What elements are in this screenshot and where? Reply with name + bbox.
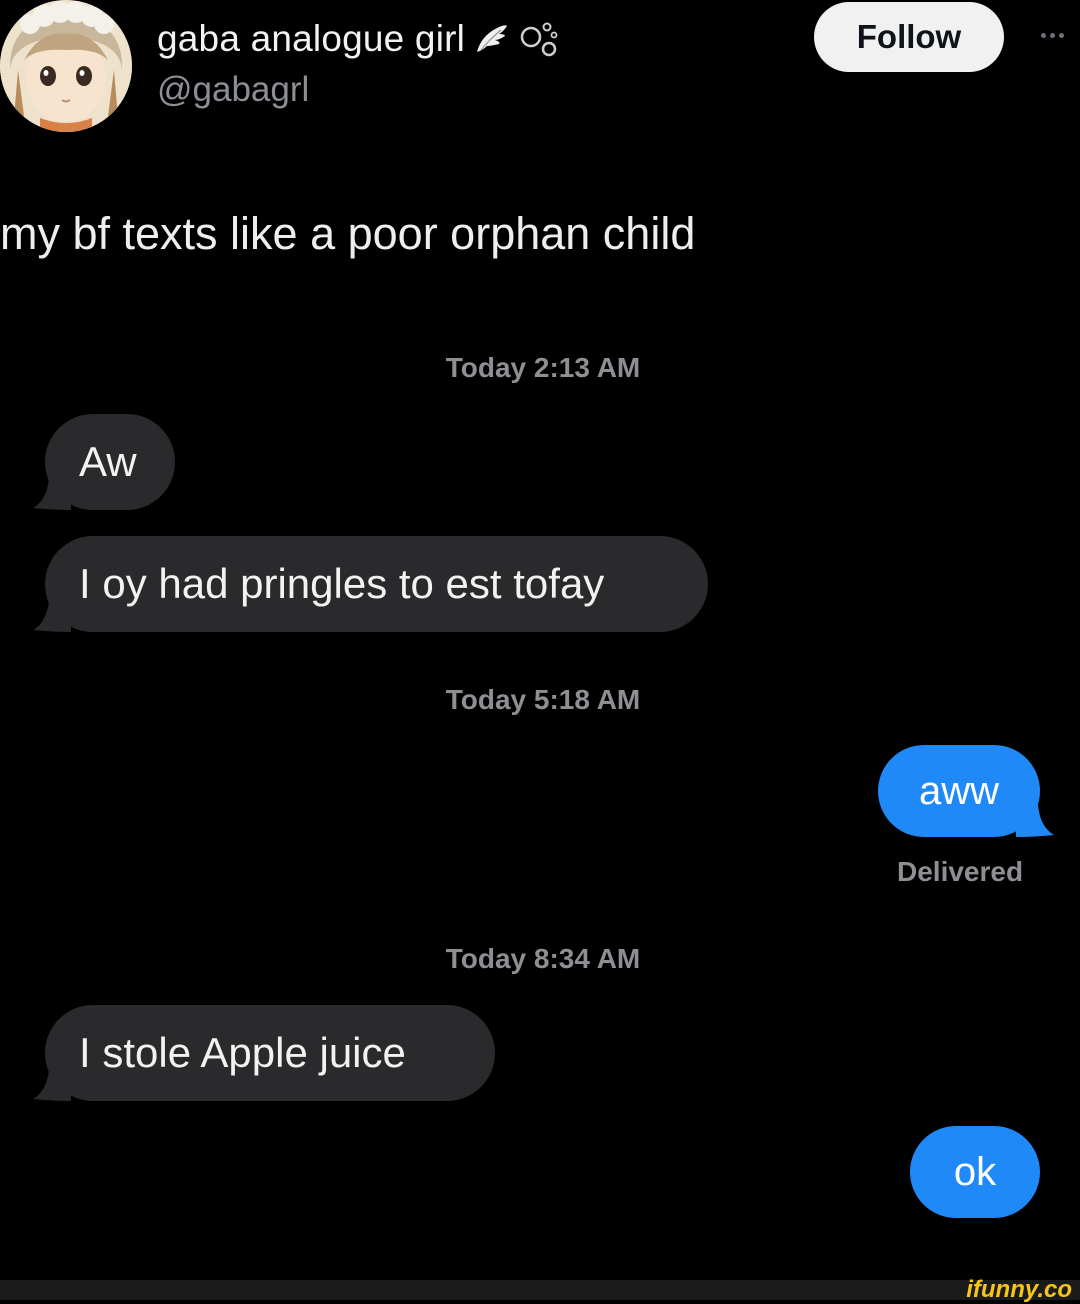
avatar[interactable] <box>0 0 132 132</box>
tweet-text: my bf texts like a poor orphan child <box>0 208 696 259</box>
message-timestamp: Today 5:18 AM <box>445 684 641 715</box>
message-timestamp: Today 2:13 AM <box>445 352 641 383</box>
message-text: I stole Apple juice <box>79 1029 406 1076</box>
bubbles-icon <box>519 19 559 59</box>
bubble-tail-icon <box>33 470 71 510</box>
delivered-status: Delivered <box>897 856 1024 887</box>
bubble-tail-icon <box>1016 797 1054 837</box>
footer-bar <box>0 1280 1080 1300</box>
message-text: ok <box>953 1149 997 1194</box>
received-message-bubble[interactable]: I oy had pringles to est tofay <box>33 536 708 632</box>
sent-message-bubble[interactable]: aww <box>878 745 1054 837</box>
more-dots-icon[interactable] <box>1032 20 1072 50</box>
angel-wing-icon <box>475 22 509 56</box>
received-message-bubble[interactable]: I stole Apple juice <box>33 1005 495 1101</box>
message-text: Aw <box>79 438 137 485</box>
message-text: aww <box>918 768 1000 813</box>
bubble-tail-icon <box>33 1061 71 1101</box>
anime-girl-avatar-icon <box>0 0 132 132</box>
sent-message-bubble[interactable]: ok <box>910 1126 1040 1218</box>
author-name-row[interactable]: gaba analogue girl <box>157 14 559 64</box>
author-handle[interactable]: @gabagrl <box>157 70 309 110</box>
follow-button[interactable]: Follow <box>814 2 1004 72</box>
message-text: I oy had pringles to est tofay <box>79 560 605 607</box>
bubble-tail-icon <box>33 592 71 632</box>
received-message-bubble[interactable]: Aw <box>33 414 175 510</box>
display-name[interactable]: gaba analogue girl <box>157 18 465 60</box>
message-timestamp: Today 8:34 AM <box>445 943 641 974</box>
